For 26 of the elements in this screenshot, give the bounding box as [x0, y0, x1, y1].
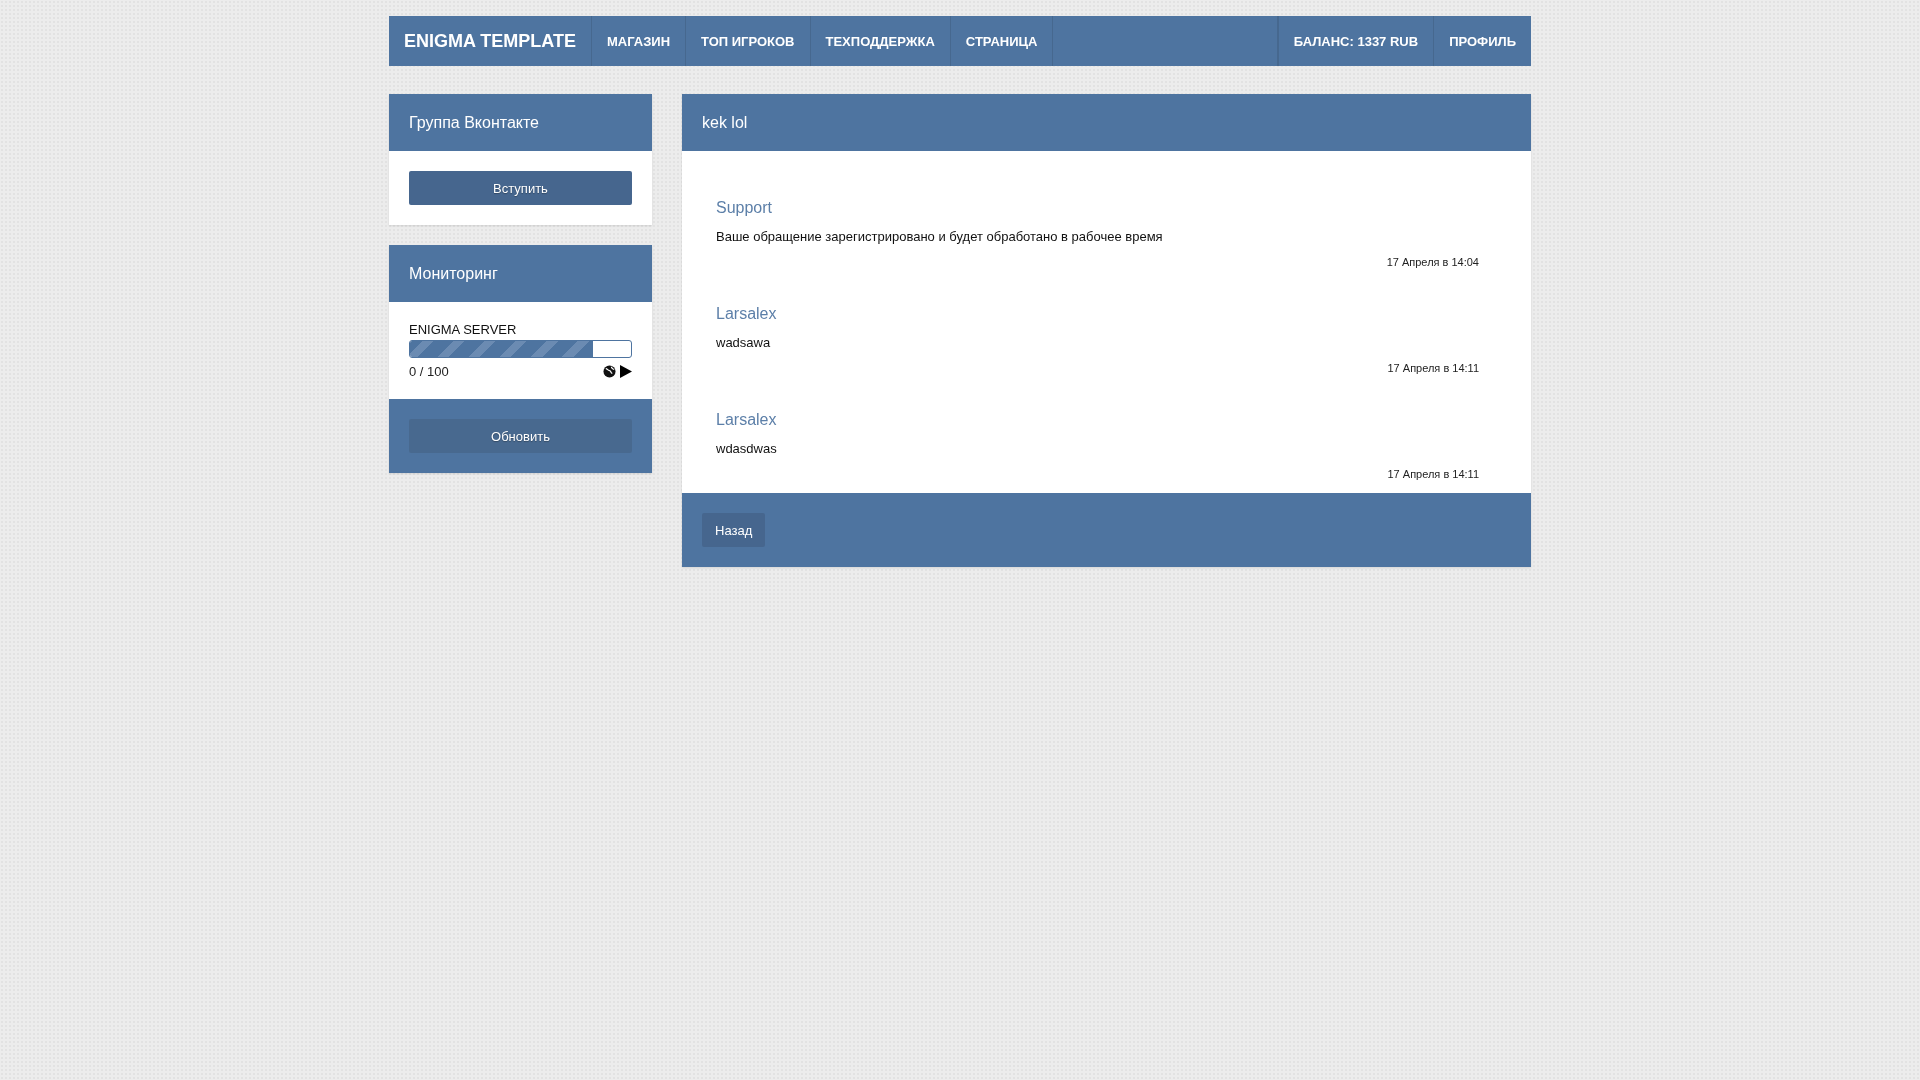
message-author: Support: [716, 199, 773, 217]
message-author: Larsalex: [716, 411, 777, 429]
message-date: 17 Апреля в 14:11: [1387, 362, 1479, 374]
nav-link[interactable]: СТРАНИЦА: [950, 16, 1054, 66]
nav-link[interactable]: ПРОФИЛЬ: [1433, 16, 1531, 66]
globe-icon[interactable]: [603, 365, 616, 378]
server-name: ENIGMA SERVER: [409, 322, 518, 337]
nav-link[interactable]: БАЛАНС: 1337 RUB: [1277, 16, 1434, 66]
message-text: Ваше обращение зарегистрировано и будет обработано в рабочее время: [716, 229, 1163, 244]
back-button[interactable]: Назад: [702, 513, 766, 547]
join-button[interactable]: Вступить: [409, 171, 632, 205]
message-date: 17 Апреля в 14:11: [1387, 468, 1479, 480]
nav-link[interactable]: МАГАЗИН: [592, 16, 687, 66]
refresh-button[interactable]: Обновить: [409, 419, 632, 453]
card-header: Группа Вконтакте: [389, 94, 652, 151]
brand-link[interactable]: ENIGMA TEMPLATE: [389, 16, 592, 66]
player-count: 0 / 100: [409, 364, 450, 379]
panel-title: kek lol: [682, 94, 1531, 151]
card-header: Мониторинг: [389, 245, 652, 302]
nav-link[interactable]: ТЕХПОДДЕРЖКА: [810, 16, 951, 66]
play-icon[interactable]: [620, 365, 632, 378]
message-date: 17 Апреля в 14:04: [1386, 256, 1479, 268]
message-text: wadsawa: [716, 335, 771, 350]
message-author: Larsalex: [716, 305, 777, 323]
message-text: wdasdwas: [716, 441, 777, 456]
nav-link[interactable]: ТОП ИГРОКОВ: [686, 16, 811, 66]
